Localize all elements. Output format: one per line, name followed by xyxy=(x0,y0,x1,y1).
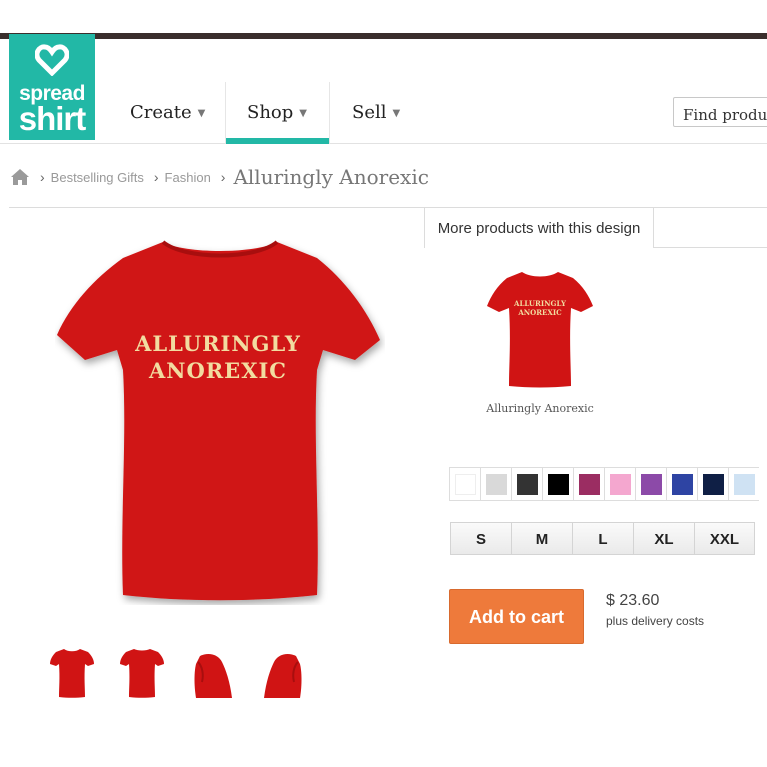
chevron-right-icon: › xyxy=(220,169,226,185)
related-product-thumbnail[interactable]: ALLURINGLY ANOREXIC xyxy=(487,270,593,390)
color-swatch[interactable] xyxy=(542,467,573,501)
price: $ 23.60 xyxy=(606,592,660,609)
size-selector: S M L XL XXL xyxy=(450,522,755,555)
design-text-line1: ALLURINGLY xyxy=(134,331,301,356)
product-image: ALLURINGLY ANOREXIC xyxy=(57,240,380,601)
breadcrumb: › Bestselling Gifts › Fashion › Alluring… xyxy=(10,162,429,192)
color-swatch[interactable] xyxy=(635,467,666,501)
color-chip xyxy=(516,473,538,495)
home-icon[interactable] xyxy=(10,168,30,186)
tshirt-shape xyxy=(57,242,380,601)
color-swatch[interactable] xyxy=(697,467,728,501)
chevron-down-icon: ▼ xyxy=(392,108,401,119)
breadcrumb-bestselling-gifts[interactable]: Bestselling Gifts xyxy=(51,170,144,185)
size-xxl[interactable]: XXL xyxy=(694,522,755,555)
nav-shop[interactable]: Shop ▼ xyxy=(225,82,330,144)
nav-create[interactable]: Create ▼ xyxy=(130,82,226,144)
nav-shop-label: Shop xyxy=(247,102,294,123)
related-design-line1: ALLURINGLY xyxy=(513,299,567,308)
color-chip xyxy=(640,473,662,495)
color-swatch[interactable] xyxy=(511,467,542,501)
color-chip xyxy=(454,473,476,495)
view-thumbnail-right[interactable] xyxy=(262,652,306,700)
color-chip xyxy=(485,473,507,495)
add-to-cart-button[interactable]: Add to cart xyxy=(449,589,584,644)
color-chip xyxy=(733,473,755,495)
search-input[interactable] xyxy=(673,97,767,127)
design-text-line2: ANOREXIC xyxy=(148,358,287,383)
delivery-note: plus delivery costs xyxy=(606,614,705,628)
size-m[interactable]: M xyxy=(511,522,572,555)
color-swatch[interactable] xyxy=(728,467,759,501)
color-chip xyxy=(671,473,693,495)
chevron-down-icon: ▼ xyxy=(299,108,307,119)
logo-text-shirt: shirt xyxy=(18,100,87,137)
color-swatch[interactable] xyxy=(480,467,511,501)
color-swatch[interactable] xyxy=(604,467,635,501)
view-thumbnail-front[interactable] xyxy=(50,648,94,698)
page-title: Alluringly Anorexic xyxy=(233,165,429,189)
breadcrumb-fashion[interactable]: Fashion xyxy=(165,170,211,185)
size-l[interactable]: L xyxy=(572,522,633,555)
heart-logo-icon xyxy=(35,44,69,76)
tab-divider-right xyxy=(654,247,767,248)
nav-sell-label: Sell xyxy=(352,102,387,123)
nav-create-label: Create xyxy=(130,102,192,123)
view-thumbnail-back[interactable] xyxy=(120,648,164,698)
color-selector xyxy=(449,467,759,501)
color-chip xyxy=(578,473,600,495)
spreadshirt-logo[interactable]: spread shirt xyxy=(9,34,95,140)
color-swatch[interactable] xyxy=(573,467,604,501)
chevron-right-icon: › xyxy=(40,169,45,185)
tab-more-products[interactable]: More products with this design xyxy=(424,207,654,248)
color-swatch[interactable] xyxy=(666,467,697,501)
nav-sell[interactable]: Sell ▼ xyxy=(352,82,432,144)
chevron-down-icon: ▼ xyxy=(197,108,206,119)
view-thumbnail-left[interactable] xyxy=(190,652,234,700)
related-design-line2: ANOREXIC xyxy=(517,308,562,317)
color-chip xyxy=(702,473,724,495)
color-swatch[interactable] xyxy=(449,467,480,501)
size-s[interactable]: S xyxy=(450,522,511,555)
related-product-caption[interactable]: Alluringly Anorexic xyxy=(440,402,640,415)
color-chip xyxy=(609,473,631,495)
chevron-right-icon: › xyxy=(153,169,159,185)
size-xl[interactable]: XL xyxy=(633,522,694,555)
color-chip xyxy=(547,473,569,495)
